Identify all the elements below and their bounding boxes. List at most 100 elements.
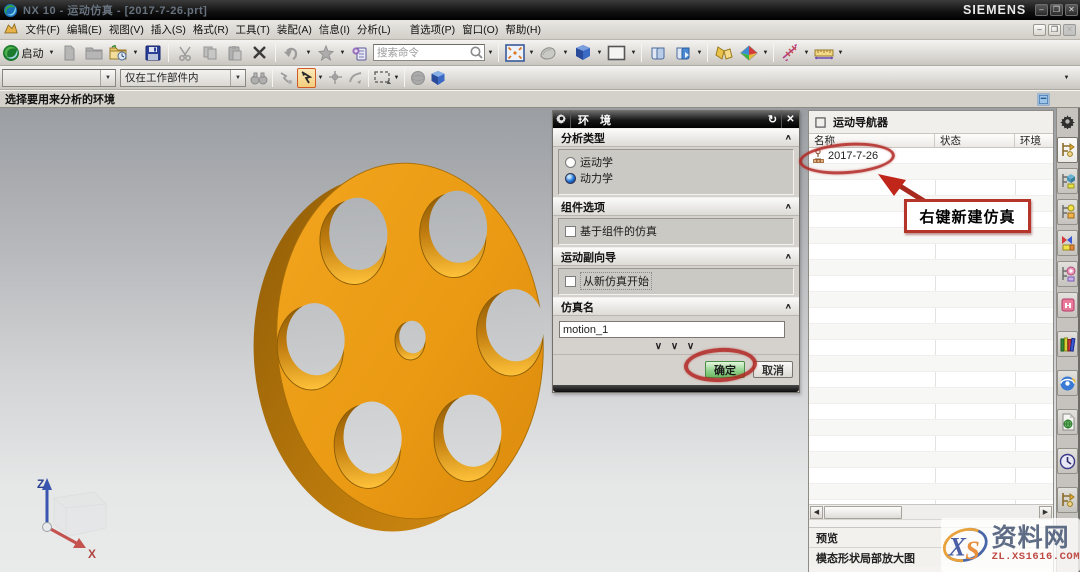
radio-selected-icon[interactable] — [565, 173, 576, 184]
search-icon[interactable] — [469, 45, 484, 60]
menu-item-7[interactable]: 信息(I) — [316, 21, 352, 39]
immersive-show-button-dropdown-icon[interactable]: ▼ — [695, 50, 704, 56]
dialog-title-bar[interactable]: 环 境 ↻ ✕ — [553, 111, 799, 128]
menu-item-5[interactable]: 工具(T) — [233, 21, 272, 39]
touch-mode-button[interactable] — [315, 42, 337, 64]
measure-distance-button[interactable] — [813, 42, 835, 64]
measure-distance-button-dropdown-icon[interactable]: ▼ — [836, 50, 845, 56]
undo-button[interactable] — [281, 42, 303, 64]
checkbox-icon[interactable] — [565, 226, 576, 237]
start-button-dropdown-icon[interactable]: ▼ — [47, 50, 56, 56]
collapse-chevron-icon[interactable]: ∧ — [785, 133, 792, 141]
fit-view-button-dropdown-icon[interactable]: ▼ — [527, 50, 536, 56]
command-search-box[interactable] — [373, 44, 485, 61]
menu-item-6[interactable]: 装配(A) — [274, 21, 314, 39]
save-button[interactable] — [142, 42, 164, 64]
roles-tab[interactable] — [1057, 487, 1078, 513]
filter-dropdown-icon[interactable]: ▼ — [100, 70, 115, 86]
radio-kinematics[interactable]: 运动学 — [565, 154, 787, 170]
selection-scope-combo[interactable]: 仅在工作部件内 ▼ — [120, 69, 246, 87]
delete-button[interactable] — [249, 42, 271, 64]
solid-cube-button[interactable] — [429, 68, 448, 88]
cut-button[interactable] — [174, 42, 196, 64]
enable-snap-button[interactable] — [297, 68, 316, 88]
restore-button[interactable]: ❐ — [1050, 4, 1063, 16]
snap-point-button[interactable] — [277, 68, 296, 88]
menu-item-3[interactable]: 插入(S) — [148, 21, 188, 39]
checkbox-icon[interactable] — [565, 276, 576, 287]
radio-dynamics[interactable]: 动力学 — [565, 170, 787, 186]
enable-snap-button-dropdown-icon[interactable]: ▼ — [316, 75, 325, 81]
child-restore-button[interactable]: ❐ — [1048, 24, 1061, 36]
wheel-model[interactable] — [223, 125, 575, 545]
toolbar-overflow-icon[interactable]: ▼ — [1062, 75, 1071, 81]
command-search-input[interactable] — [374, 47, 469, 59]
edit-object-display-button-dropdown-icon[interactable]: ▼ — [761, 50, 770, 56]
cue-window-icon[interactable] — [1037, 93, 1050, 109]
render-style-button[interactable] — [538, 42, 560, 64]
menu-item-11[interactable]: 帮助(H) — [503, 21, 544, 39]
sim-name-input[interactable] — [559, 321, 785, 338]
move-object-button[interactable] — [713, 42, 735, 64]
dialog-reset-icon[interactable]: ↻ — [764, 113, 781, 126]
new-button[interactable] — [58, 42, 80, 64]
selection-filter-combo[interactable]: ▼ — [2, 69, 116, 87]
collapse-chevron-icon[interactable]: ∧ — [785, 302, 792, 310]
scope-dropdown-icon[interactable]: ▼ — [230, 70, 245, 86]
menu-item-10[interactable]: 窗口(O) — [460, 21, 501, 39]
rectangle-select-button[interactable] — [373, 68, 392, 88]
scroll-left-icon[interactable]: ◀ — [810, 506, 823, 519]
menu-item-1[interactable]: 编辑(E) — [64, 21, 104, 39]
collapse-chevron-icon[interactable]: ∧ — [785, 202, 792, 210]
paste-button[interactable] — [224, 42, 246, 64]
reuse-library-tab[interactable] — [1057, 261, 1078, 287]
find-button[interactable] — [250, 68, 269, 88]
scroll-right-icon[interactable]: ▶ — [1039, 506, 1052, 519]
column-environment[interactable]: 环境 — [1015, 134, 1053, 147]
snap-intersection-button[interactable] — [346, 68, 365, 88]
orient-view-button-dropdown-icon[interactable]: ▼ — [595, 50, 604, 56]
shaded-sphere-button[interactable] — [409, 68, 428, 88]
orient-view-button[interactable] — [572, 42, 594, 64]
checkbox-new-simulation[interactable]: 从新仿真开始 — [565, 273, 787, 289]
section-analysis-type[interactable]: 分析类型 ∧ — [553, 128, 799, 147]
open-button[interactable] — [83, 42, 105, 64]
render-style-button-dropdown-icon[interactable]: ▼ — [561, 50, 570, 56]
undo-button-dropdown-icon[interactable]: ▼ — [304, 50, 313, 56]
section-sim-name[interactable]: 仿真名 ∧ — [553, 297, 799, 316]
assembly-navigator-tab[interactable] — [1057, 168, 1078, 194]
search-options-arrow[interactable]: ▼ — [486, 50, 495, 56]
radio-icon[interactable] — [565, 157, 576, 168]
dialog-more-expander[interactable]: ∨ ∨ ∨ — [553, 342, 799, 354]
copy-button[interactable] — [199, 42, 221, 64]
constraint-navigator-tab[interactable] — [1057, 199, 1078, 225]
fit-view-button[interactable] — [504, 42, 526, 64]
part-navigator-tab[interactable] — [1057, 230, 1078, 256]
resource-gear-icon[interactable] — [1060, 114, 1075, 129]
menu-item-8[interactable]: 分析(L) — [354, 21, 393, 39]
scrollbar-thumb[interactable] — [824, 506, 902, 519]
edit-object-display-button[interactable] — [738, 42, 760, 64]
snap-measure-button[interactable] — [779, 42, 801, 64]
minimize-button[interactable]: – — [1035, 4, 1048, 16]
snap-measure-button-dropdown-icon[interactable]: ▼ — [802, 50, 811, 56]
internet-explorer-tab[interactable] — [1057, 370, 1078, 396]
navigator-hscrollbar[interactable]: ◀ ▶ — [809, 504, 1053, 519]
touch-mode-button-dropdown-icon[interactable]: ▼ — [338, 50, 347, 56]
dialog-close-icon[interactable]: ✕ — [782, 114, 799, 125]
show-hide-button[interactable] — [647, 42, 669, 64]
section-joint-wizard[interactable]: 运动副向导 ∧ — [553, 247, 799, 266]
motion-navigator-tab[interactable] — [1057, 137, 1078, 163]
snap-midpoint-button[interactable] — [326, 68, 345, 88]
hd3d-tools-tab[interactable] — [1057, 292, 1078, 318]
close-button[interactable]: ✕ — [1065, 4, 1078, 16]
immersive-show-button[interactable] — [672, 42, 694, 64]
cancel-button[interactable]: 取消 — [753, 361, 793, 378]
menu-item-0[interactable]: 文件(F) — [23, 21, 62, 39]
column-status[interactable]: 状态 — [935, 134, 1015, 147]
start-button[interactable]: 启动 — [2, 42, 46, 64]
process-studio-tab[interactable] — [1057, 409, 1078, 435]
history-tab[interactable] — [1057, 448, 1078, 474]
menu-item-2[interactable]: 视图(V) — [106, 21, 146, 39]
section-component-options[interactable]: 组件选项 ∧ — [553, 197, 799, 216]
